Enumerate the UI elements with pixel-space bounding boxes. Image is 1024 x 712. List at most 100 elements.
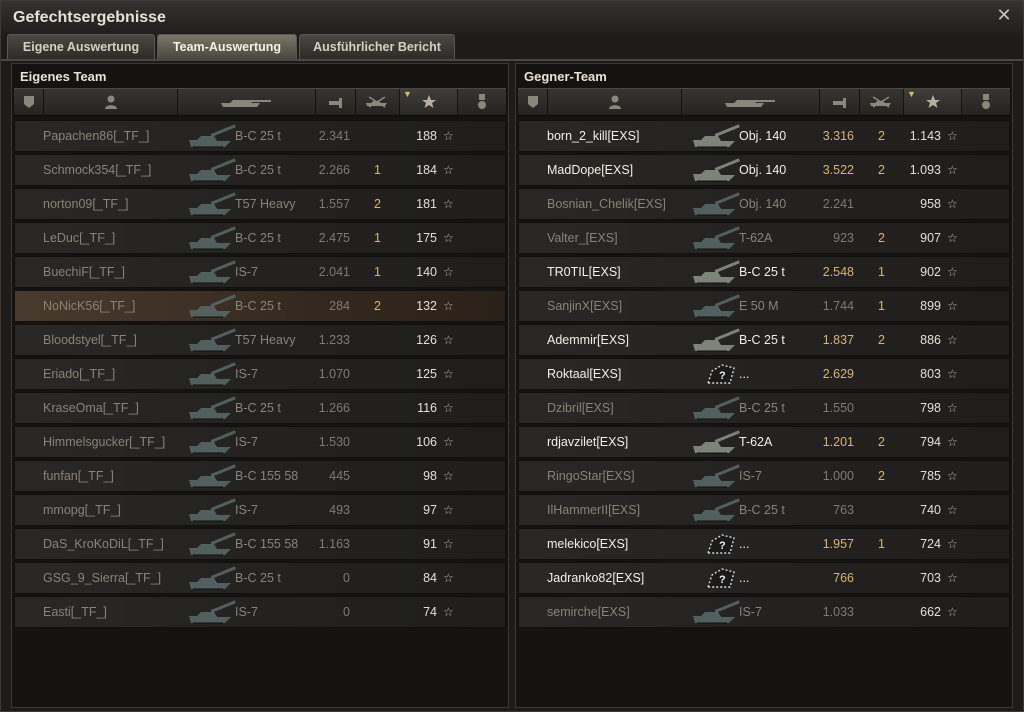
star-icon: ☆ <box>443 197 454 211</box>
table-row[interactable]: BuechiF[_TF_] IS-7 2.041 1 140 ☆ <box>14 256 506 288</box>
tank-icon[interactable] <box>682 89 820 115</box>
table-row[interactable]: TR0TIL[EXS] B-C 25 t 2.548 1 902 ☆ <box>518 256 1010 288</box>
star-icon: ☆ <box>443 299 454 313</box>
score-value: 902 <box>920 265 941 279</box>
own-team-header: ▼ <box>14 88 506 116</box>
score-value: 140 <box>416 265 437 279</box>
table-row[interactable]: Jadranko82[EXS]?... 766 703 ☆ <box>518 562 1010 594</box>
score-value: 798 <box>920 401 941 415</box>
tank-silhouette-icon <box>189 158 236 182</box>
close-icon[interactable]: ✕ <box>995 6 1013 24</box>
table-row[interactable]: born_2_kill[EXS] Obj. 140 3.316 2 1.143 ☆ <box>518 120 1010 152</box>
tab-team-auswertung[interactable]: Team-Auswertung <box>157 34 297 59</box>
table-row[interactable]: Bloodstyel[_TF_] T57 Heavy 1.233 126 ☆ <box>14 324 506 356</box>
xp-value: 2.629 <box>822 367 854 381</box>
player-name: Himmelsgucker[_TF_] <box>43 435 166 449</box>
xp-value: 1.033 <box>822 605 854 619</box>
tank-silhouette-icon <box>189 260 236 284</box>
player-name: mmopg[_TF_] <box>43 503 121 517</box>
xp-value: 2.041 <box>318 265 350 279</box>
xp-icon[interactable] <box>316 89 356 115</box>
medal-icon[interactable] <box>458 89 506 115</box>
player-name: funfan[_TF_] <box>43 469 114 483</box>
table-row[interactable]: Himmelsgucker[_TF_] IS-7 1.530 106 ☆ <box>14 426 506 458</box>
score-value: 188 <box>416 129 437 143</box>
xp-icon[interactable] <box>820 89 860 115</box>
table-row[interactable]: LeDuc[_TF_] B-C 25 t 2.475 1 175 ☆ <box>14 222 506 254</box>
star-icon: ☆ <box>443 469 454 483</box>
table-row[interactable]: MadDope[EXS] Obj. 140 3.522 2 1.093 ☆ <box>518 154 1010 186</box>
tank-silhouette-icon <box>189 226 236 250</box>
player-name: semirche[EXS] <box>547 605 630 619</box>
own-team-title: Eigenes Team <box>20 69 107 84</box>
table-row[interactable]: KraseOma[_TF_] B-C 25 t 1.266 116 ☆ <box>14 392 506 424</box>
rank-icon[interactable] <box>518 89 548 115</box>
player-name: DaS_KroKoDiL[_TF_] <box>43 537 164 551</box>
tank-silhouette-icon <box>189 464 236 488</box>
table-row[interactable]: melekico[EXS]?... 1.957 1 724 ☆ <box>518 528 1010 560</box>
tab-ausfuehrlicher-bericht[interactable]: Ausführlicher Bericht <box>299 34 455 59</box>
table-row[interactable]: Valter_[EXS] T-62A 923 2 907 ☆ <box>518 222 1010 254</box>
table-row[interactable]: GSG_9_Sierra[_TF_] B-C 25 t 0 84 ☆ <box>14 562 506 594</box>
kills-icon[interactable] <box>356 89 400 115</box>
star-icon: ☆ <box>947 333 958 347</box>
table-row[interactable]: Easti[_TF_] IS-7 0 74 ☆ <box>14 596 506 628</box>
tab-divider <box>1 59 1023 61</box>
table-row[interactable]: norton09[_TF_] T57 Heavy 1.557 2 181 ☆ <box>14 188 506 220</box>
score-star-icon[interactable]: ▼ <box>904 89 962 115</box>
medal-icon[interactable] <box>962 89 1010 115</box>
player-name: born_2_kill[EXS] <box>547 129 640 143</box>
score-value: 785 <box>920 469 941 483</box>
table-row[interactable]: Dzibril[EXS] B-C 25 t 1.550 798 ☆ <box>518 392 1010 424</box>
player-name: RingoStar[EXS] <box>547 469 635 483</box>
table-row[interactable]: funfan[_TF_] B-C 155 58 445 98 ☆ <box>14 460 506 492</box>
tank-silhouette-icon <box>189 430 236 454</box>
tank-silhouette-icon <box>693 328 740 352</box>
table-row[interactable]: Papachen86[_TF_] B-C 25 t 2.341 188 ☆ <box>14 120 506 152</box>
table-row[interactable]: IlHammerII[EXS] B-C 25 t 763 740 ☆ <box>518 494 1010 526</box>
player-name: IlHammerII[EXS] <box>547 503 641 517</box>
score-value: 84 <box>423 571 437 585</box>
table-row[interactable]: Bosnian_Chelik[EXS] Obj. 140 2.241 958 ☆ <box>518 188 1010 220</box>
tank-icon[interactable] <box>178 89 316 115</box>
tank-silhouette-icon <box>693 396 740 420</box>
xp-value: 1.744 <box>822 299 854 313</box>
score-value: 886 <box>920 333 941 347</box>
tank-silhouette-icon <box>693 192 740 216</box>
table-row[interactable]: Ademmir[EXS] B-C 25 t 1.837 2 886 ☆ <box>518 324 1010 356</box>
player-name: Valter_[EXS] <box>547 231 618 245</box>
player-name: BuechiF[_TF_] <box>43 265 125 279</box>
player-icon[interactable] <box>548 89 682 115</box>
star-icon: ☆ <box>947 503 958 517</box>
xp-value: 766 <box>833 571 854 585</box>
tank-silhouette-icon <box>693 260 740 284</box>
table-row[interactable]: Schmock354[_TF_] B-C 25 t 2.266 1 184 ☆ <box>14 154 506 186</box>
score-value: 740 <box>920 503 941 517</box>
score-value: 1.093 <box>909 163 941 177</box>
rank-icon[interactable] <box>14 89 44 115</box>
table-row[interactable]: Roktaal[EXS]?... 2.629 803 ☆ <box>518 358 1010 390</box>
kills-icon[interactable] <box>860 89 904 115</box>
svg-text:?: ? <box>719 574 726 586</box>
table-row[interactable]: rdjavzilet[EXS] T-62A 1.201 2 794 ☆ <box>518 426 1010 458</box>
tank-silhouette-icon <box>693 294 740 318</box>
star-icon: ☆ <box>947 367 958 381</box>
table-row[interactable]: SanjinX[EXS] E 50 M 1.744 1 899 ☆ <box>518 290 1010 322</box>
xp-value: 3.316 <box>822 129 854 143</box>
table-row[interactable]: NoNicK56[_TF_] B-C 25 t 284 2 132 ☆ <box>14 290 506 322</box>
score-star-icon[interactable]: ▼ <box>400 89 458 115</box>
star-icon: ☆ <box>443 163 454 177</box>
xp-value: 1.837 <box>822 333 854 347</box>
tab-eigene-auswertung[interactable]: Eigene Auswertung <box>7 34 155 59</box>
title-bar: Gefechtsergebnisse ✕ <box>1 1 1023 35</box>
table-row[interactable]: RingoStar[EXS] IS-7 1.000 2 785 ☆ <box>518 460 1010 492</box>
table-row[interactable]: DaS_KroKoDiL[_TF_] B-C 155 58 1.163 91 ☆ <box>14 528 506 560</box>
tank-silhouette-icon <box>693 124 740 148</box>
score-value: 125 <box>416 367 437 381</box>
table-row[interactable]: mmopg[_TF_] IS-7 493 97 ☆ <box>14 494 506 526</box>
xp-value: 1.070 <box>318 367 350 381</box>
table-row[interactable]: Eriado[_TF_] IS-7 1.070 125 ☆ <box>14 358 506 390</box>
table-row[interactable]: semirche[EXS] IS-7 1.033 662 ☆ <box>518 596 1010 628</box>
star-icon: ☆ <box>947 197 958 211</box>
player-icon[interactable] <box>44 89 178 115</box>
